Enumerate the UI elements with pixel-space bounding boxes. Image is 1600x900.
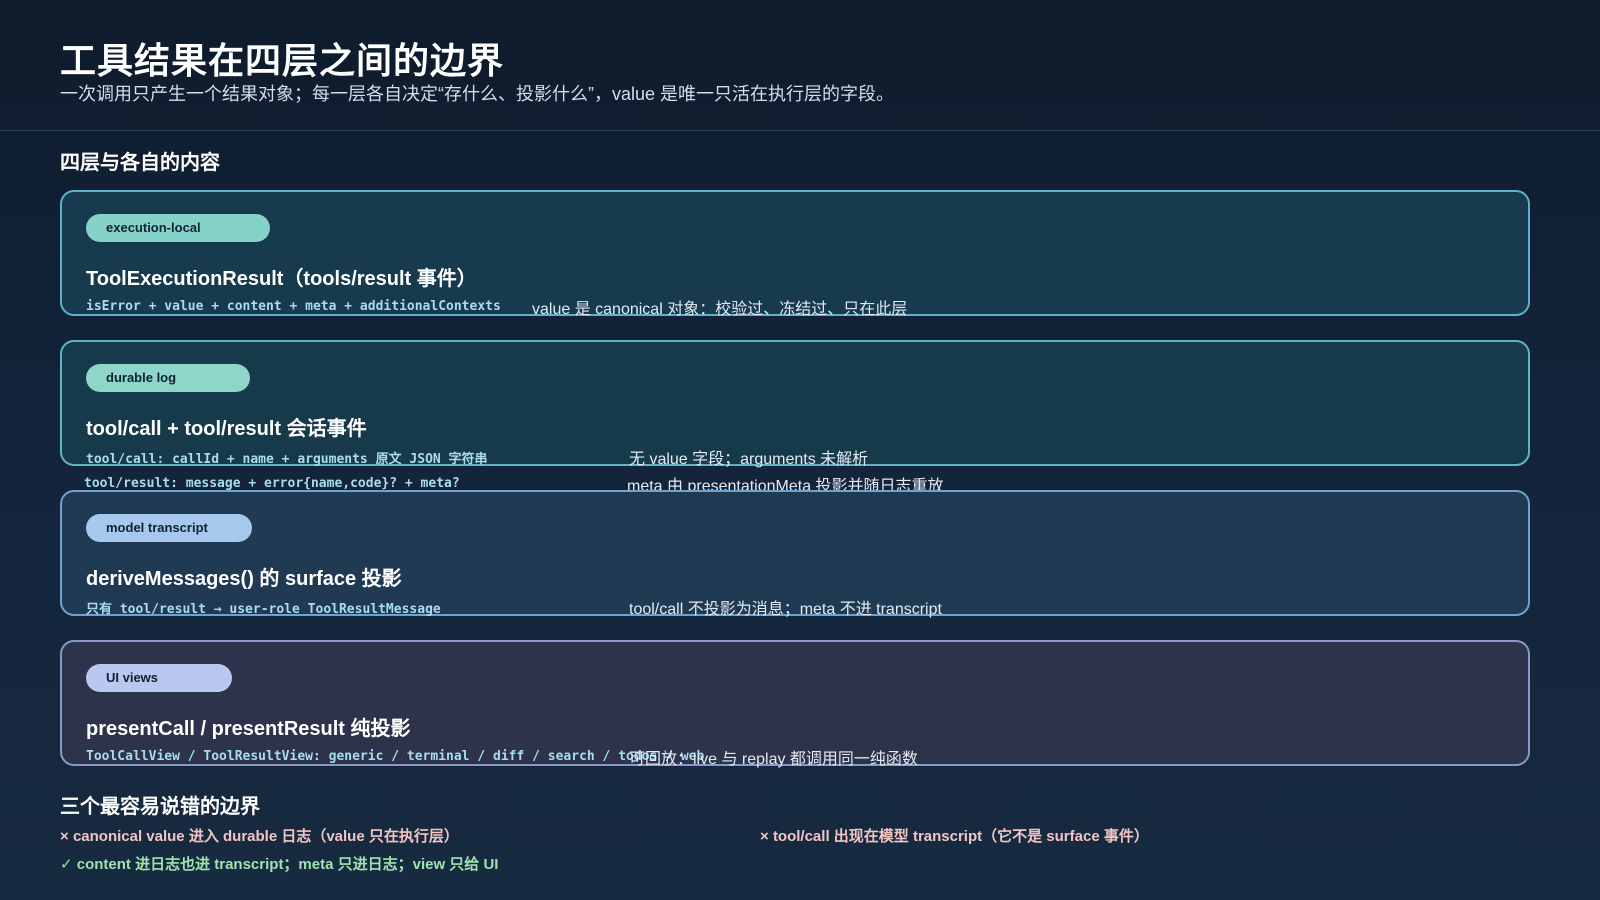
layer-row-overflow: tool/result: message + error{name,code}?… (84, 475, 460, 491)
layer-row: 只有 tool/result → user-role ToolResultMes… (86, 598, 441, 617)
layer-card-durable-log: durable log tool/call + tool/result 会话事件… (60, 340, 1530, 468)
page-title: 工具结果在四层之间的边界 (60, 40, 505, 81)
layer-row-note: 无 value 字段；arguments 未解析 (629, 451, 869, 468)
header: 工具结果在四层之间的边界 一次调用只产生一个结果对象；每一层各自决定“存什么、投… (0, 0, 1600, 131)
pitfall-text: canonical value 进入 durable 日志（value 只在执行… (72, 828, 459, 845)
layer-card-execution-local: execution-local ToolExecutionResult（tool… (60, 190, 1530, 318)
layer-card-model-transcript: model transcript deriveMessages() 的 surf… (60, 490, 1530, 618)
layer-row-code: ToolCallView / ToolResultView: generic /… (86, 749, 705, 764)
layer-row: isError + value + content + meta + addit… (86, 298, 501, 314)
pitfall-wrong-item: × tool/call 出现在模型 transcript（它不是 surface… (760, 825, 1149, 846)
layer-row-code: tool/result: message + error{name,code}?… (84, 476, 460, 491)
cross-icon: × (760, 828, 769, 845)
layer-row-note: value 是 canonical 对象：校验过、冻结过、只在此层 (532, 301, 908, 318)
layer-tag: durable log (86, 364, 250, 392)
layer-row: tool/call: callId + name + arguments 原文 … (86, 448, 488, 467)
check-icon: ✓ (60, 856, 73, 873)
layer-title: presentCall / presentResult 纯投影 (86, 718, 411, 740)
cross-icon: × (60, 828, 69, 845)
layer-tag: model transcript (86, 514, 252, 542)
pitfall-wrong-item: × canonical value 进入 durable 日志（value 只在… (60, 825, 459, 846)
pitfall-text: content 进日志也进 transcript；meta 只进日志；view … (76, 856, 499, 873)
pitfall-text: tool/call 出现在模型 transcript（它不是 surface 事… (772, 828, 1149, 845)
layer-title: deriveMessages() 的 surface 投影 (86, 568, 402, 590)
layer-tag: execution-local (86, 214, 270, 242)
layer-card-ui-views: UI views presentCall / presentResult 纯投影… (60, 640, 1530, 768)
layer-title: ToolExecutionResult（tools/result 事件） (86, 268, 477, 290)
page-subtitle: 一次调用只产生一个结果对象；每一层各自决定“存什么、投影什么”，value 是唯… (60, 84, 895, 104)
layer-tag: UI views (86, 664, 232, 692)
layer-row: ToolCallView / ToolResultView: generic /… (86, 748, 704, 764)
section-title-layers: 四层与各自的内容 (60, 152, 220, 174)
layer-title: tool/call + tool/result 会话事件 (86, 418, 367, 440)
layer-row-code: isError + value + content + meta + addit… (86, 299, 501, 314)
layer-row-note: tool/call 不投影为消息；meta 不进 transcript (629, 601, 942, 618)
layer-row-code: 只有 tool/result → user-role ToolResultMes… (86, 602, 441, 617)
pitfall-right-item: ✓ content 进日志也进 transcript；meta 只进日志；vie… (60, 853, 498, 874)
section-title-pitfalls: 三个最容易说错的边界 (60, 796, 260, 818)
layer-row-code: tool/call: callId + name + arguments 原文 … (86, 452, 488, 467)
layer-row-note: 可回放：live 与 replay 都调用同一纯函数 (629, 751, 918, 768)
